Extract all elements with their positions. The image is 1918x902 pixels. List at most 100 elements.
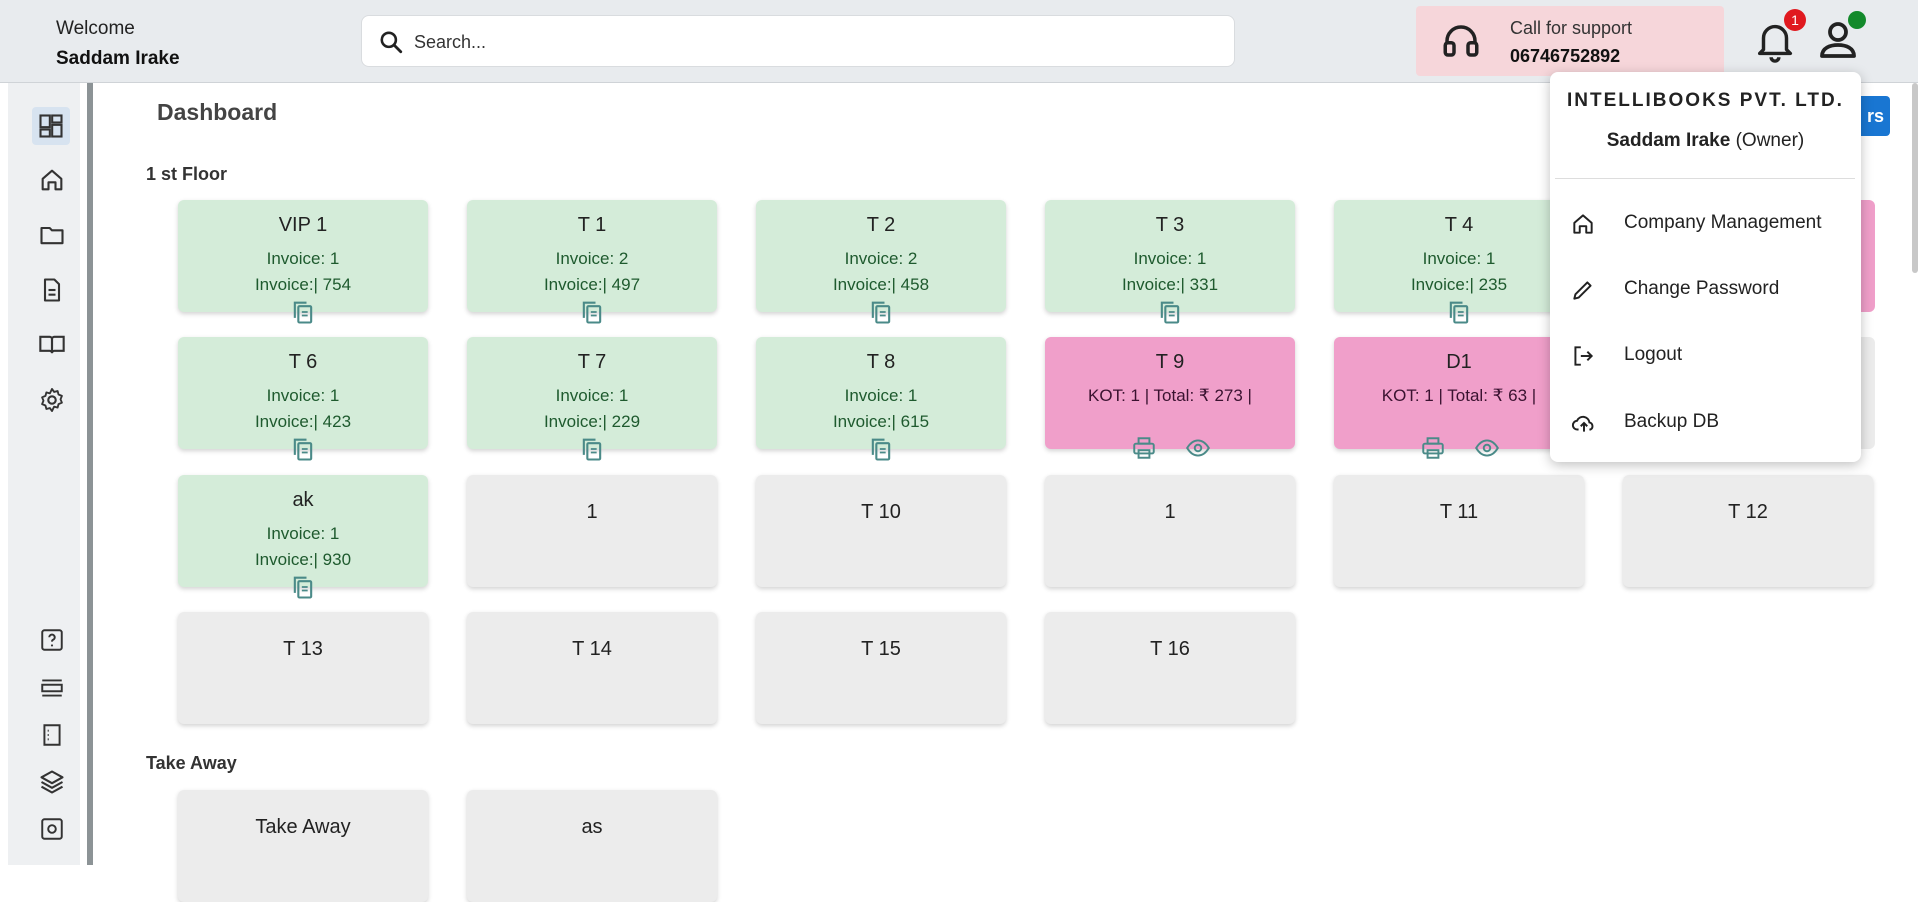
menu-item-company-management[interactable]: Company Management	[1550, 200, 1861, 246]
search-box[interactable]	[361, 15, 1235, 67]
menu-user-name: Saddam Irake	[1606, 130, 1731, 151]
section-title-takeaway: Take Away	[146, 753, 237, 773]
home-icon	[41, 169, 63, 191]
menu-item-backup-db[interactable]: Backup DB	[1550, 399, 1861, 445]
copy-icon[interactable]	[1445, 297, 1473, 327]
table-card[interactable]: 1	[467, 475, 717, 587]
sidebar-item-settings[interactable]	[36, 384, 68, 416]
layers-icon	[40, 770, 64, 794]
table-name: T 9	[1155, 351, 1185, 373]
cloud-upload-icon	[1571, 415, 1594, 432]
sidebar-item-admin-settings[interactable]	[36, 813, 68, 845]
pencil-icon	[1573, 281, 1592, 300]
menu-item-change-password[interactable]: Change Password	[1550, 266, 1861, 312]
company-name: INTELLIBOOKS PVT. LTD.	[1567, 90, 1844, 111]
table-card[interactable]: ak Invoice: 1 Invoice:| 930	[178, 475, 428, 599]
table-card[interactable]: Take Away	[178, 790, 428, 902]
logout-icon	[1574, 346, 1594, 366]
dashboard-icon	[39, 114, 63, 138]
table-card[interactable]: T 3 Invoice: 1 Invoice:| 331	[1045, 200, 1295, 324]
sidebar-item-home[interactable]	[36, 164, 68, 196]
copy-icon[interactable]	[867, 297, 895, 327]
menu-item-label: Company Management	[1624, 212, 1822, 233]
table-card[interactable]: T 16	[1045, 612, 1295, 724]
table-card[interactable]: T 14	[467, 612, 717, 724]
sidebar-item-layers[interactable]	[36, 766, 68, 798]
table-card[interactable]: D1 KOT: 1 | Total: ₹ 63 |	[1334, 337, 1584, 459]
copy-icon[interactable]	[578, 297, 606, 327]
table-card[interactable]: T 6 Invoice: 1 Invoice:| 423	[178, 337, 428, 461]
copy-icon[interactable]	[867, 434, 895, 464]
table-card[interactable]: T 4 Invoice: 1 Invoice:| 235	[1334, 200, 1584, 324]
table-invoice-amount: Invoice:| 331	[1121, 275, 1219, 294]
list-icon	[41, 679, 63, 697]
table-card[interactable]: T 11	[1334, 475, 1584, 587]
copy-icon[interactable]	[578, 434, 606, 464]
copy-icon[interactable]	[289, 434, 317, 464]
menu-item-logout[interactable]: Logout	[1550, 332, 1861, 378]
table-invoice-amount: Invoice:| 754	[254, 275, 352, 294]
copy-icon[interactable]	[289, 297, 317, 327]
table-name: T 2	[866, 214, 896, 236]
receipt-icon	[43, 724, 61, 746]
table-card[interactable]: T 8 Invoice: 1 Invoice:| 615	[756, 337, 1006, 461]
print-icon[interactable]	[1131, 435, 1157, 466]
menu-item-label: Change Password	[1624, 278, 1780, 299]
table-invoice-count: Invoice: 1	[1422, 249, 1496, 268]
table-name: T 3	[1155, 214, 1185, 236]
support-phone: 06746752892	[1510, 46, 1621, 66]
menu-item-label: Backup DB	[1624, 411, 1720, 432]
table-invoice-count: Invoice: 1	[266, 386, 340, 405]
table-card[interactable]: T 1 Invoice: 2 Invoice:| 497	[467, 200, 717, 324]
scrollbar-thumb[interactable]	[1912, 83, 1918, 273]
sidebar-item-ledger[interactable]	[36, 329, 68, 361]
home-icon	[1573, 214, 1593, 234]
table-card[interactable]: T 7 Invoice: 1 Invoice:| 229	[467, 337, 717, 461]
sidebar-item-documents[interactable]	[36, 274, 68, 306]
table-invoice-amount: Invoice:| 229	[543, 412, 641, 431]
sidebar-item-receipts[interactable]	[36, 719, 68, 751]
headset-icon	[1443, 25, 1479, 57]
eye-icon[interactable]	[1473, 435, 1501, 466]
table-card[interactable]: T 15	[756, 612, 1006, 724]
welcome-text: Welcome	[56, 18, 135, 39]
table-name: T 13	[283, 638, 323, 660]
copy-icon[interactable]	[289, 572, 317, 602]
table-name: T 15	[861, 638, 901, 660]
table-card[interactable]: T 2 Invoice: 2 Invoice:| 458	[756, 200, 1006, 324]
menu-user-line: Saddam Irake (Owner)	[1550, 130, 1861, 152]
copy-icon[interactable]	[1156, 297, 1184, 327]
table-card[interactable]: T 10	[756, 475, 1006, 587]
document-icon	[43, 278, 61, 302]
sidebar-item-list[interactable]	[36, 672, 68, 704]
table-name: T 12	[1728, 501, 1768, 523]
sidebar-item-dashboard[interactable]	[32, 107, 70, 145]
support-label: Call for support	[1510, 18, 1633, 38]
table-card[interactable]: T 9 KOT: 1 | Total: ₹ 273 |	[1045, 337, 1295, 459]
table-name: D1	[1446, 351, 1472, 373]
search-input[interactable]	[412, 26, 1216, 58]
notification-badge: 1	[1784, 9, 1806, 31]
table-kot-summary: KOT: 1 | Total: ₹ 273 |	[1088, 386, 1252, 405]
user-name: Saddam Irake	[56, 48, 180, 69]
table-invoice-count: Invoice: 2	[844, 249, 918, 268]
table-name: T 4	[1444, 214, 1474, 236]
table-card[interactable]: VIP 1 Invoice: 1 Invoice:| 754	[178, 200, 428, 324]
sidebar-item-folder[interactable]	[36, 219, 68, 251]
table-invoice-amount: Invoice:| 235	[1410, 275, 1508, 294]
sidebar-item-help[interactable]	[36, 624, 68, 656]
top-bar: Welcome Saddam Irake Call for support 06…	[0, 0, 1918, 83]
table-invoice-amount: Invoice:| 458	[832, 275, 930, 294]
eye-icon[interactable]	[1184, 435, 1212, 466]
section-title-floor: 1 st Floor	[146, 164, 228, 184]
settings-icon	[41, 387, 63, 413]
table-name: T 16	[1150, 638, 1190, 660]
table-card[interactable]: as	[467, 790, 717, 902]
table-card[interactable]: T 12	[1623, 475, 1873, 587]
table-card[interactable]: T 13	[178, 612, 428, 724]
table-invoice-count: Invoice: 1	[1133, 249, 1207, 268]
welcome-block: Welcome Saddam Irake	[56, 14, 180, 74]
table-card[interactable]: 1	[1045, 475, 1295, 587]
print-icon[interactable]	[1420, 435, 1446, 466]
search-icon	[380, 31, 403, 54]
